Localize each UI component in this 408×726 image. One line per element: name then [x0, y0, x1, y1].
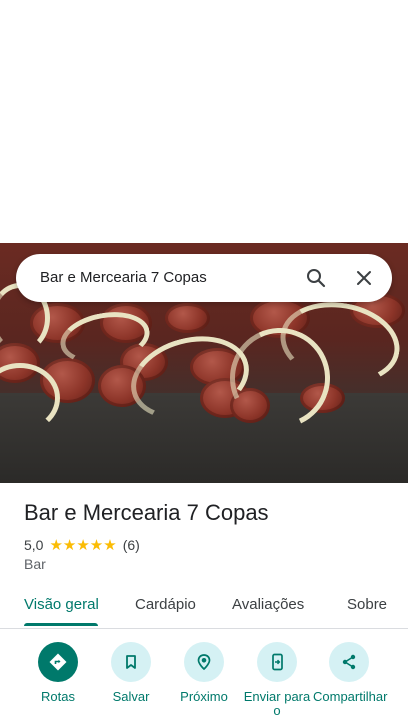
- search-icon[interactable]: [304, 266, 328, 290]
- active-tab-indicator: [24, 623, 98, 626]
- tab-reviews[interactable]: Avaliações: [232, 596, 304, 613]
- directions-icon: [38, 642, 78, 682]
- nearby-icon: [184, 642, 224, 682]
- rating-stars: ★★★★★: [49, 537, 117, 554]
- tab-menu[interactable]: Cardápio: [135, 596, 196, 613]
- action-bar: Rotas Salvar Próximo Enviar para o Compa…: [0, 640, 408, 726]
- send-to-phone-button[interactable]: Enviar para o: [241, 640, 313, 718]
- save-button[interactable]: Salvar: [95, 640, 167, 704]
- place-category: Bar: [24, 556, 46, 572]
- save-label: Salvar: [112, 689, 150, 704]
- place-title: Bar e Mercearia 7 Copas: [24, 500, 269, 525]
- share-icon: [329, 642, 369, 682]
- tab-about[interactable]: Sobre: [347, 596, 387, 613]
- search-bar[interactable]: Bar e Mercearia 7 Copas: [16, 254, 392, 302]
- directions-button[interactable]: Rotas: [22, 640, 94, 704]
- send-to-phone-icon: [257, 642, 297, 682]
- map-blank-area: [0, 0, 408, 243]
- rating-value: 5,0: [24, 537, 44, 553]
- nearby-button[interactable]: Próximo: [168, 640, 240, 704]
- rating-row[interactable]: 5,0 ★★★★★ (6): [24, 536, 140, 554]
- bookmark-icon: [111, 642, 151, 682]
- share-label: Compartilhar: [313, 689, 388, 704]
- search-input[interactable]: Bar e Mercearia 7 Copas: [40, 254, 207, 302]
- send-to-phone-label: Enviar para o: [243, 689, 311, 718]
- share-button[interactable]: Compartilhar: [313, 640, 388, 704]
- close-icon[interactable]: [352, 266, 376, 290]
- reviews-count: (6): [122, 537, 140, 553]
- tab-overview[interactable]: Visão geral: [24, 596, 99, 613]
- nearby-label: Próximo: [180, 689, 228, 704]
- directions-label: Rotas: [41, 689, 75, 704]
- sausage-slice: [165, 303, 210, 333]
